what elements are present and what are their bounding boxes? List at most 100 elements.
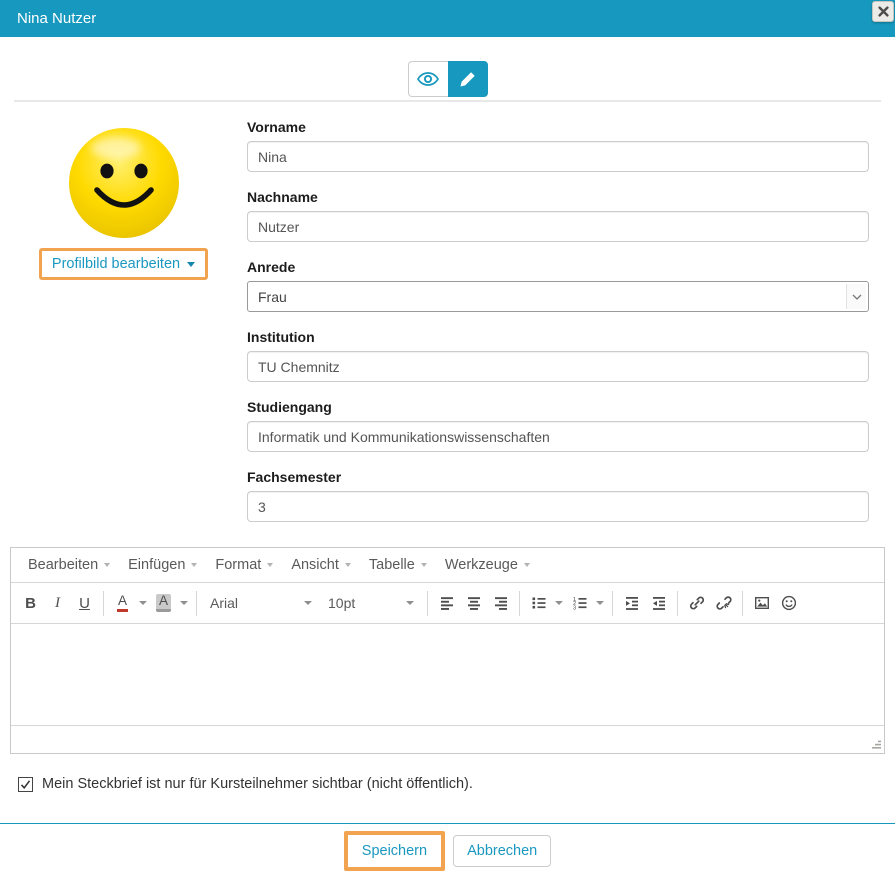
italic-button[interactable]: I — [44, 589, 71, 618]
toolbar-separator — [612, 591, 613, 616]
chevron-down-icon — [304, 601, 312, 605]
underline-icon: U — [79, 595, 90, 612]
edit-profile-picture-label: Profilbild bearbeiten — [52, 256, 180, 272]
pencil-icon — [459, 71, 476, 88]
close-button[interactable] — [872, 1, 894, 22]
chevron-down-icon — [345, 563, 351, 567]
underline-button[interactable]: U — [71, 589, 98, 618]
privacy-row: Mein Steckbrief ist nur für Kursteilnehm… — [18, 776, 877, 792]
toolbar-separator — [196, 591, 197, 616]
outdent-button[interactable] — [645, 589, 672, 618]
align-center-button[interactable] — [460, 589, 487, 618]
edit-profile-picture-button[interactable]: Profilbild bearbeiten — [42, 251, 205, 277]
bullet-list-caret[interactable] — [552, 589, 566, 618]
font-size-select[interactable]: 10pt — [320, 583, 422, 623]
view-edit-toggle — [0, 61, 895, 97]
font-family-select[interactable]: Arial — [202, 583, 320, 623]
numbered-list-button[interactable]: 123 — [566, 589, 593, 618]
chevron-down-icon — [191, 563, 197, 567]
chevron-down-icon — [139, 601, 147, 605]
form-row-anrede: Anrede Frau — [247, 259, 869, 312]
form-row-studiengang: Studiengang — [247, 399, 869, 452]
text-color-button[interactable]: A — [109, 589, 136, 618]
align-right-icon — [493, 595, 509, 611]
anrede-selected-value: Frau — [258, 289, 287, 305]
resize-grip[interactable] — [868, 737, 884, 753]
numbered-list-caret[interactable] — [593, 589, 607, 618]
check-icon — [20, 779, 31, 790]
dialog-titlebar: Nina Nutzer — [0, 0, 895, 37]
editor-statusbar — [11, 725, 884, 753]
bullet-list-button[interactable] — [525, 589, 552, 618]
dialog-title: Nina Nutzer — [17, 10, 96, 27]
menu-format[interactable]: Format — [206, 548, 282, 582]
menu-werkzeuge[interactable]: Werkzeuge — [436, 548, 539, 582]
menu-tabelle[interactable]: Tabelle — [360, 548, 436, 582]
bold-button[interactable]: B — [17, 589, 44, 618]
indent-icon — [624, 595, 640, 611]
view-tab-button[interactable] — [408, 61, 448, 97]
institution-label: Institution — [247, 329, 869, 345]
toolbar-separator — [103, 591, 104, 616]
align-center-icon — [466, 595, 482, 611]
cancel-button[interactable]: Abbrechen — [453, 835, 551, 867]
visibility-checkbox[interactable] — [18, 777, 33, 792]
toolbar-separator — [742, 591, 743, 616]
edit-tab-button[interactable] — [448, 61, 488, 97]
nachname-label: Nachname — [247, 189, 869, 205]
text-color-caret[interactable] — [136, 589, 150, 618]
rich-text-editor: Bearbeiten Einfügen Format Ansicht Tabel… — [10, 547, 885, 754]
menu-bearbeiten[interactable]: Bearbeiten — [19, 548, 119, 582]
profile-dialog: Nina Nutzer — [0, 0, 895, 871]
link-button[interactable] — [683, 589, 710, 618]
chevron-down-icon — [180, 601, 188, 605]
emoticon-icon — [781, 595, 797, 611]
form-row-nachname: Nachname — [247, 189, 869, 242]
indent-button[interactable] — [618, 589, 645, 618]
chevron-down-icon — [187, 262, 195, 267]
italic-icon: I — [55, 595, 60, 612]
institution-input[interactable] — [247, 351, 869, 382]
unlink-icon — [716, 595, 732, 611]
toolbar-separator — [677, 591, 678, 616]
chevron-down-icon — [421, 563, 427, 567]
profile-form: Vorname Nachname Anrede Frau Institution — [247, 119, 869, 539]
align-right-button[interactable] — [487, 589, 514, 618]
form-row-vorname: Vorname — [247, 119, 869, 172]
fachsemester-label: Fachsemester — [247, 469, 869, 485]
anrede-select[interactable]: Frau — [247, 281, 869, 312]
vorname-label: Vorname — [247, 119, 869, 135]
close-icon — [878, 6, 889, 17]
menu-einfuegen[interactable]: Einfügen — [119, 548, 206, 582]
bullet-list-icon — [531, 595, 547, 611]
editor-toolbar: B I U A A Arial 10pt 123 — [11, 582, 884, 623]
editor-menubar: Bearbeiten Einfügen Format Ansicht Tabel… — [11, 548, 884, 582]
vorname-input[interactable] — [247, 141, 869, 172]
align-left-button[interactable] — [433, 589, 460, 618]
chevron-down-icon — [406, 601, 414, 605]
nachname-input[interactable] — [247, 211, 869, 242]
chevron-down-icon — [104, 563, 110, 567]
avatar — [68, 127, 180, 239]
emoticon-button[interactable] — [775, 589, 802, 618]
form-row-fachsemester: Fachsemester — [247, 469, 869, 522]
svg-text:3: 3 — [573, 606, 576, 611]
unlink-button[interactable] — [710, 589, 737, 618]
outdent-icon — [651, 595, 667, 611]
text-color-icon: A — [117, 594, 128, 613]
menu-ansicht[interactable]: Ansicht — [282, 548, 360, 582]
chevron-down-icon — [524, 563, 530, 567]
numbered-list-icon: 123 — [572, 595, 588, 611]
editor-content-area[interactable] — [11, 623, 884, 725]
form-row-institution: Institution — [247, 329, 869, 382]
align-left-icon — [439, 595, 455, 611]
studiengang-input[interactable] — [247, 421, 869, 452]
toolbar-separator — [427, 591, 428, 616]
image-button[interactable] — [748, 589, 775, 618]
background-color-caret[interactable] — [177, 589, 191, 618]
fachsemester-input[interactable] — [247, 491, 869, 522]
avatar-column: Profilbild bearbeiten — [0, 119, 247, 539]
background-color-button[interactable]: A — [150, 589, 177, 618]
bold-icon: B — [25, 595, 36, 612]
save-button[interactable]: Speichern — [348, 835, 441, 867]
